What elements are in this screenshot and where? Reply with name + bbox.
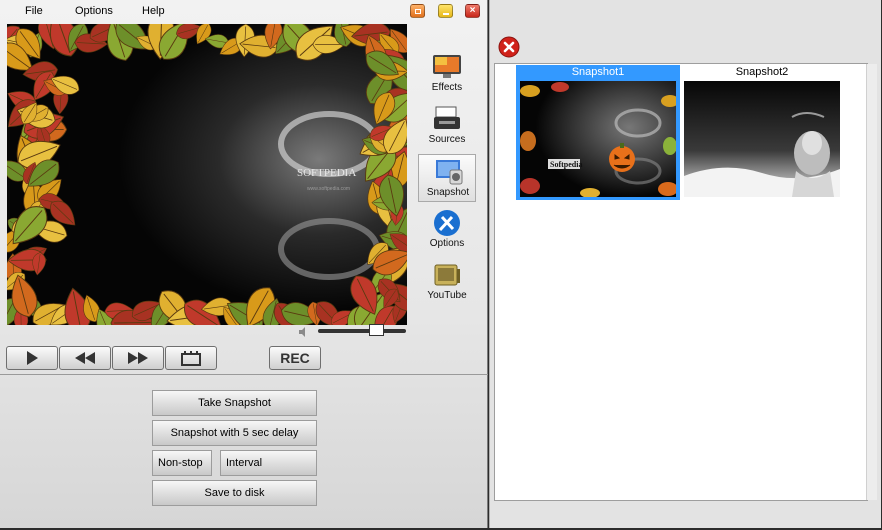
tool-options-label: Options bbox=[429, 238, 465, 249]
snapshot-item[interactable]: Snapshot2 bbox=[680, 65, 844, 200]
preview-watermark: SOFTPEDIA bbox=[297, 167, 356, 179]
tool-youtube-label: YouTube bbox=[427, 290, 467, 301]
rewind-button[interactable] bbox=[59, 346, 111, 370]
volume-icon bbox=[299, 327, 305, 337]
snapshot-gallery-window: Snapshot1 Softpedia Snapshot2 bbox=[489, 0, 881, 528]
snapshot-gallery: Snapshot1 Softpedia Snapshot2 bbox=[494, 63, 868, 501]
menu-help[interactable]: Help bbox=[142, 5, 165, 17]
snapshot-thumbnail bbox=[684, 81, 840, 197]
webcam-preview: SOFTPEDIA www.softpedia.com bbox=[7, 24, 407, 325]
save-to-disk-button[interactable]: Save to disk bbox=[152, 480, 317, 506]
snapshot-thumbnail: Softpedia bbox=[520, 81, 676, 197]
snapshot-caption: Softpedia bbox=[550, 160, 582, 169]
snapshot-delay-button[interactable]: Snapshot with 5 sec delay bbox=[152, 420, 317, 446]
fast-forward-icon bbox=[128, 352, 148, 364]
tool-snapshot[interactable]: Snapshot bbox=[418, 154, 476, 202]
volume-slider-thumb[interactable] bbox=[369, 324, 385, 336]
volume-slider-track[interactable] bbox=[318, 329, 406, 333]
options-tools-icon bbox=[434, 210, 460, 236]
section-divider bbox=[0, 374, 488, 375]
tool-effects[interactable]: Effects bbox=[418, 50, 476, 98]
play-icon bbox=[27, 351, 38, 365]
tool-effects-label: Effects bbox=[431, 82, 463, 93]
rec-button[interactable]: REC bbox=[269, 346, 321, 370]
gallery-scrollbar[interactable] bbox=[866, 64, 877, 500]
minimize-icon bbox=[442, 12, 449, 15]
snapshot-title: Snapshot2 bbox=[735, 66, 789, 78]
delete-snapshot-icon[interactable] bbox=[498, 36, 520, 58]
snapshot-title: Snapshot1 bbox=[571, 66, 625, 78]
close-icon: × bbox=[469, 5, 476, 16]
interval-button[interactable]: Interval bbox=[220, 450, 317, 476]
effects-monitor-icon bbox=[433, 55, 461, 78]
youtube-tv-icon bbox=[434, 264, 460, 286]
restore-icon bbox=[414, 8, 421, 14]
tool-sources[interactable]: Sources bbox=[418, 102, 476, 150]
tool-snapshot-label: Snapshot bbox=[426, 187, 470, 198]
tool-sources-label: Sources bbox=[428, 134, 466, 145]
clapper-icon bbox=[181, 351, 201, 366]
menu-options[interactable]: Options bbox=[75, 5, 113, 17]
preview-caption: www.softpedia.com bbox=[307, 186, 350, 192]
tool-options[interactable]: Options bbox=[418, 206, 476, 254]
take-snapshot-button[interactable]: Take Snapshot bbox=[152, 390, 317, 416]
preview-image: SOFTPEDIA www.softpedia.com bbox=[7, 24, 407, 325]
minimize-button[interactable] bbox=[438, 4, 453, 18]
fast-forward-button[interactable] bbox=[112, 346, 164, 370]
close-button[interactable]: × bbox=[465, 4, 480, 18]
menu-file[interactable]: File bbox=[25, 5, 43, 17]
menu-bar: File Options Help × bbox=[0, 0, 488, 22]
non-stop-button[interactable]: Non-stop bbox=[152, 450, 212, 476]
snapshot-item[interactable]: Snapshot1 Softpedia bbox=[516, 65, 680, 200]
sources-printer-icon bbox=[434, 106, 460, 129]
play-button[interactable] bbox=[6, 346, 58, 370]
tool-youtube[interactable]: YouTube bbox=[418, 258, 476, 306]
rewind-icon bbox=[75, 352, 95, 364]
record-clip-button[interactable] bbox=[165, 346, 217, 370]
snapshot-camera-icon bbox=[436, 160, 463, 185]
webcam-main-window: File Options Help × SOFTPEDIA www.softpe… bbox=[0, 0, 488, 528]
restore-button[interactable] bbox=[410, 4, 425, 18]
